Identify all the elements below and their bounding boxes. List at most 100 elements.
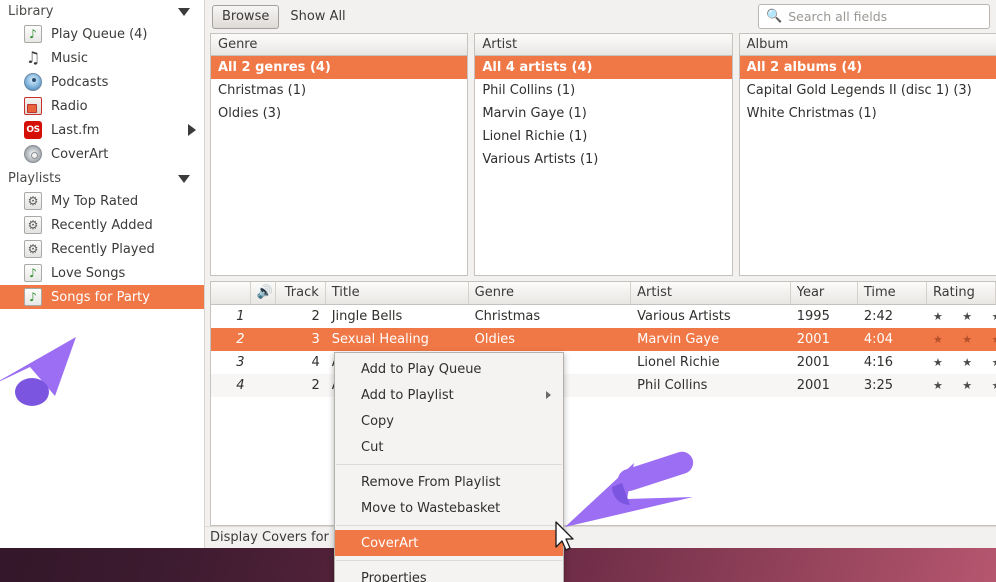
sidebar-item-my-top-rated[interactable]: ⚙ My Top Rated — [0, 189, 204, 213]
cell-playing — [251, 351, 277, 374]
menu-item-cut[interactable]: Cut — [335, 434, 563, 460]
browser-row-capital-gold[interactable]: Capital Gold Legends II (disc 1) (3) — [740, 79, 996, 102]
menu-item-label: Cut — [361, 439, 384, 455]
cell-track: 2 — [311, 378, 320, 393]
menu-separator — [336, 464, 562, 465]
menu-separator — [336, 560, 562, 561]
search-placeholder: Search all fields — [788, 9, 888, 24]
column-header-artist[interactable]: Artist — [475, 34, 732, 56]
sidebar-item-podcasts[interactable]: Podcasts — [0, 70, 204, 94]
sidebar-item-love-songs[interactable]: ♪ Love Songs — [0, 261, 204, 285]
browser-row-white-christmas[interactable]: White Christmas (1) — [740, 102, 996, 125]
table-row[interactable]: 2 3 Sexual Healing Oldies Marvin Gaye 20… — [211, 328, 996, 351]
sidebar-item-label: Recently Played — [51, 241, 155, 257]
search-icon: 🔍 — [766, 9, 783, 24]
track-table-header: 🔊 Track Title Genre Artist Year Time Rat… — [211, 282, 996, 305]
sidebar-item-play-queue[interactable]: ♪ Play Queue (4) — [0, 22, 204, 46]
menu-item-copy[interactable]: Copy — [335, 408, 563, 434]
sidebar-item-radio[interactable]: Radio — [0, 94, 204, 118]
menu-item-label: Move to Wastebasket — [361, 500, 501, 516]
cell-index: 2 — [236, 332, 245, 347]
column-header-artist[interactable]: Artist — [631, 282, 791, 304]
browser-column-album: Album All 2 albums (4) Capital Gold Lege… — [738, 33, 996, 276]
column-header-title[interactable]: Title — [326, 282, 469, 304]
browser-row-phil-collins[interactable]: Phil Collins (1) — [475, 79, 731, 102]
browse-button[interactable]: Browse — [212, 4, 280, 29]
sidebar-group-library[interactable]: Library — [0, 2, 204, 22]
status-bar: Display Covers for Playlist — [205, 526, 996, 548]
menu-item-properties[interactable]: Properties — [335, 565, 563, 582]
browser-row-all-genres[interactable]: All 2 genres (4) — [211, 56, 468, 79]
sidebar-item-recently-played[interactable]: ⚙ Recently Played — [0, 237, 204, 261]
table-row[interactable]: 3 4 All Night Long Oldies Lionel Richie … — [211, 351, 996, 374]
cell-playing — [251, 328, 277, 351]
sidebar-item-songs-for-party[interactable]: ♪ Songs for Party — [0, 285, 204, 309]
column-header-genre[interactable]: Genre — [211, 34, 468, 56]
cell-playing — [251, 305, 277, 328]
browser-row-all-artists[interactable]: All 4 artists (4) — [475, 56, 732, 79]
table-row[interactable]: 4 2 Against All Odds Oldies Phil Collins… — [211, 374, 996, 397]
cell-track: 4 — [311, 355, 320, 370]
cell-artist: Marvin Gaye — [637, 332, 720, 347]
sidebar-group-playlists[interactable]: Playlists — [0, 169, 204, 189]
gear-icon: ⚙ — [24, 240, 42, 258]
sidebar-group-playlists-label: Playlists — [8, 171, 61, 186]
main-pane: Browse Show All 🔍 Search all fields Genr… — [205, 0, 996, 548]
cell-rating[interactable]: ★ ★ ★ — [927, 351, 996, 374]
cell-index: 1 — [236, 309, 245, 324]
column-rows-genre: All 2 genres (4) Christmas (1) Oldies (3… — [211, 56, 468, 275]
sidebar-item-coverart[interactable]: CoverArt — [0, 142, 204, 166]
sidebar-item-label: Radio — [51, 98, 88, 114]
lastfm-icon: OS — [24, 121, 42, 139]
sidebar-item-lastfm[interactable]: OS Last.fm — [0, 118, 204, 142]
cell-year: 2001 — [796, 378, 830, 393]
playlist-icon: ♪ — [24, 264, 42, 282]
browser-row-oldies[interactable]: Oldies (3) — [211, 102, 467, 125]
chevron-down-icon[interactable] — [178, 7, 190, 16]
cell-rating[interactable]: ★ ★ ★ — [927, 374, 996, 397]
cell-time: 4:16 — [863, 355, 894, 370]
menu-item-coverart[interactable]: CoverArt — [335, 530, 563, 556]
sidebar-item-label: Play Queue (4) — [51, 26, 148, 42]
column-header-year[interactable]: Year — [791, 282, 858, 304]
playlist-icon: ♪ — [24, 288, 42, 306]
column-header-genre[interactable]: Genre — [469, 282, 632, 304]
column-header-time[interactable]: Time — [858, 282, 927, 304]
sidebar-empty-space — [0, 309, 204, 548]
sidebar-item-label: Songs for Party — [51, 289, 150, 305]
chevron-right-icon[interactable] — [188, 124, 196, 136]
browser-row-various-artists[interactable]: Various Artists (1) — [475, 148, 731, 171]
sidebar-item-recently-added[interactable]: ⚙ Recently Added — [0, 213, 204, 237]
menu-item-add-to-play-queue[interactable]: Add to Play Queue — [335, 356, 563, 382]
browser-row-christmas[interactable]: Christmas (1) — [211, 79, 467, 102]
show-all-button[interactable]: Show All — [288, 6, 347, 27]
cell-genre: Christmas — [474, 309, 541, 324]
menu-item-add-to-playlist[interactable]: Add to Playlist — [335, 382, 563, 408]
column-header-album[interactable]: Album — [739, 34, 996, 56]
column-header-index[interactable] — [211, 282, 251, 304]
sidebar: Library ♪ Play Queue (4) ♫ Music Podcast… — [0, 0, 205, 548]
cell-index: 3 — [236, 355, 245, 370]
search-input[interactable]: 🔍 Search all fields — [758, 4, 990, 29]
gear-icon: ⚙ — [24, 192, 42, 210]
cell-rating[interactable]: ★ ★ ★ — [927, 305, 996, 328]
browser-column-artist: Artist All 4 artists (4) Phil Collins (1… — [474, 33, 733, 276]
speaker-icon[interactable]: 🔊 — [251, 282, 277, 304]
chevron-down-icon[interactable] — [178, 174, 190, 183]
menu-item-label: Properties — [361, 570, 427, 582]
cell-track: 3 — [311, 332, 320, 347]
menu-item-label: Remove From Playlist — [361, 474, 501, 490]
sidebar-item-label: My Top Rated — [51, 193, 139, 209]
menu-item-remove-from-playlist[interactable]: Remove From Playlist — [335, 469, 563, 495]
browser-row-all-albums[interactable]: All 2 albums (4) — [739, 56, 996, 79]
column-header-rating[interactable]: Rating — [927, 282, 996, 304]
table-row[interactable]: 1 2 Jingle Bells Christmas Various Artis… — [211, 305, 996, 328]
cell-rating[interactable]: ★ ★ ★ — [927, 328, 996, 351]
menu-item-move-to-wastebasket[interactable]: Move to Wastebasket — [335, 495, 563, 521]
sidebar-item-music[interactable]: ♫ Music — [0, 46, 204, 70]
column-header-track[interactable]: Track — [276, 282, 326, 304]
menu-item-label: Copy — [361, 413, 394, 429]
cell-artist: Lionel Richie — [637, 355, 720, 370]
browser-row-marvin-gaye[interactable]: Marvin Gaye (1) — [475, 102, 731, 125]
browser-row-lionel-richie[interactable]: Lionel Richie (1) — [475, 125, 731, 148]
